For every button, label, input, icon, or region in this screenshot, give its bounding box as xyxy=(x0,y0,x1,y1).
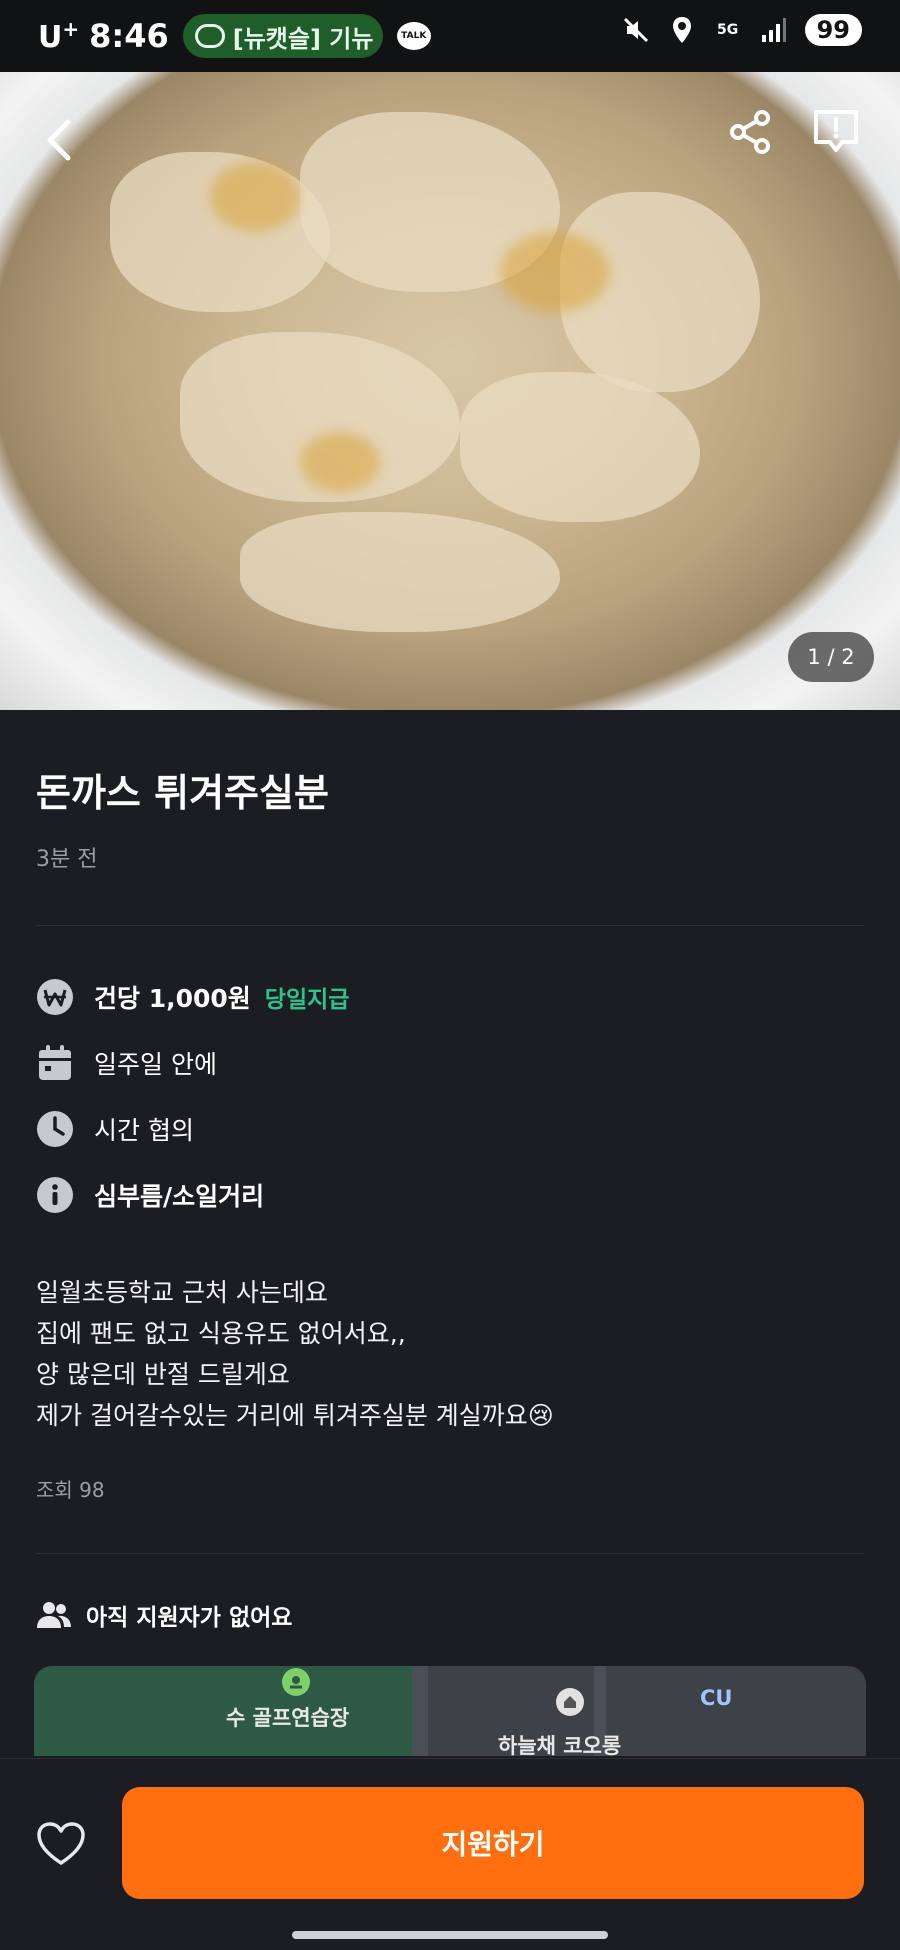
post-content: 돈까스 튀겨주실분 3분 전 건당 1,000원 당일지급 일주일 안에 시간 … xyxy=(36,710,864,1632)
description-line: 양 많은데 반절 드릴게요 xyxy=(36,1360,290,1389)
bottom-action-bar: 지원하기 xyxy=(0,1758,900,1950)
description-line: 일월초등학교 근처 사는데요 xyxy=(36,1278,328,1307)
calendar-icon xyxy=(36,1044,74,1082)
share-button[interactable] xyxy=(718,100,782,164)
time-text: 시간 협의 xyxy=(94,1116,194,1145)
food-texture xyxy=(210,162,300,232)
category-row: 심부름/소일거리 xyxy=(36,1162,864,1228)
food-texture xyxy=(300,432,380,492)
clock: 8:46 xyxy=(89,17,169,55)
food-texture xyxy=(500,232,610,312)
divider xyxy=(36,925,864,926)
golf-pin-icon xyxy=(282,1668,310,1696)
map-poi-apartment: 하늘채 코오롱 xyxy=(498,1734,622,1756)
share-icon xyxy=(730,110,770,154)
food-texture xyxy=(240,512,560,632)
food-texture xyxy=(460,372,700,522)
time-row: 시간 협의 xyxy=(36,1096,864,1162)
carrier-label: U+ xyxy=(38,17,80,55)
divider xyxy=(36,1553,864,1554)
map-road xyxy=(412,1666,428,1756)
schedule-text: 일주일 안에 xyxy=(94,1050,217,1079)
cast-icon xyxy=(194,24,225,48)
back-button[interactable] xyxy=(28,108,92,172)
won-icon xyxy=(36,978,74,1016)
report-icon xyxy=(814,110,858,152)
category-text: 심부름/소일거리 xyxy=(94,1182,265,1211)
building-pin-icon xyxy=(556,1688,584,1716)
info-icon xyxy=(36,1176,74,1214)
like-button[interactable] xyxy=(36,1819,86,1869)
signal-icon xyxy=(759,15,789,45)
clock-icon xyxy=(36,1110,74,1148)
mute-vibrate-icon xyxy=(621,15,651,45)
map-poi-golf: 수 골프연습장 xyxy=(226,1706,350,1730)
battery-indicator: 99 xyxy=(804,14,862,46)
post-time: 3분 전 xyxy=(36,847,98,872)
people-icon xyxy=(37,1602,71,1628)
apply-button[interactable]: 지원하기 xyxy=(122,1787,864,1899)
applicants-status: 아직 지원자가 없어요 xyxy=(36,1598,864,1632)
notification-pill[interactable]: [뉴캣슬] 기뉴 xyxy=(182,14,383,58)
report-button[interactable] xyxy=(804,100,868,164)
description-line: 제가 걸어갈수있는 거리에 튀겨주실분 계실까요😢 xyxy=(36,1401,554,1430)
post-description: 일월초등학교 근처 사는데요 집에 팬도 없고 식용유도 없어서요,, 양 많은… xyxy=(36,1272,864,1436)
map-poi-store: CU xyxy=(700,1686,733,1710)
heart-icon xyxy=(37,1822,85,1865)
location-icon xyxy=(667,15,697,45)
schedule-row: 일주일 안에 xyxy=(36,1030,864,1096)
pay-row: 건당 1,000원 당일지급 xyxy=(36,964,864,1030)
pay-tag: 당일지급 xyxy=(264,987,350,1013)
kakaotalk-icon: TALK xyxy=(396,22,431,50)
location-map[interactable]: 수 골프연습장 하늘채 코오롱 CU xyxy=(34,1666,866,1756)
post-title: 돈까스 튀겨주실분 xyxy=(36,771,329,815)
job-info-list: 건당 1,000원 당일지급 일주일 안에 시간 협의 심부름/소일거리 xyxy=(36,964,864,1228)
applicants-text: 아직 지원자가 없어요 xyxy=(86,1605,293,1631)
chevron-left-icon xyxy=(47,119,71,161)
home-indicator[interactable] xyxy=(292,1931,608,1939)
description-line: 집에 팬도 없고 식용유도 없어서요,, xyxy=(36,1319,406,1348)
post-image[interactable]: 1 / 2 xyxy=(0,72,900,710)
view-count: 조회 98 xyxy=(36,1478,105,1502)
status-bar: U+ 8:46 [뉴캣슬] 기뉴 TALK 5G 99 xyxy=(0,0,900,72)
map-park-area xyxy=(34,1666,414,1756)
network-5g-icon: 5G xyxy=(716,22,739,38)
pay-amount: 건당 1,000원 xyxy=(94,984,251,1013)
notification-text: [뉴캣슬] 기뉴 xyxy=(232,24,374,53)
image-page-indicator: 1 / 2 xyxy=(788,632,874,682)
